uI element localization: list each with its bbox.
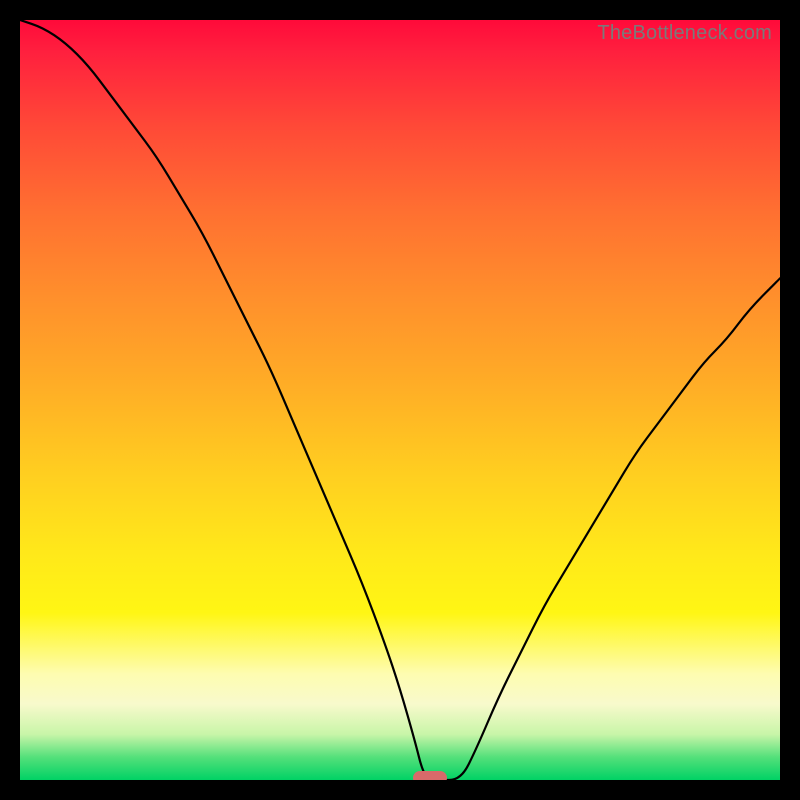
curve-path (20, 20, 780, 780)
chart-frame: TheBottleneck.com (0, 0, 800, 800)
plot-area: TheBottleneck.com (20, 20, 780, 780)
bottleneck-curve (20, 20, 780, 780)
optimal-marker (413, 771, 447, 780)
